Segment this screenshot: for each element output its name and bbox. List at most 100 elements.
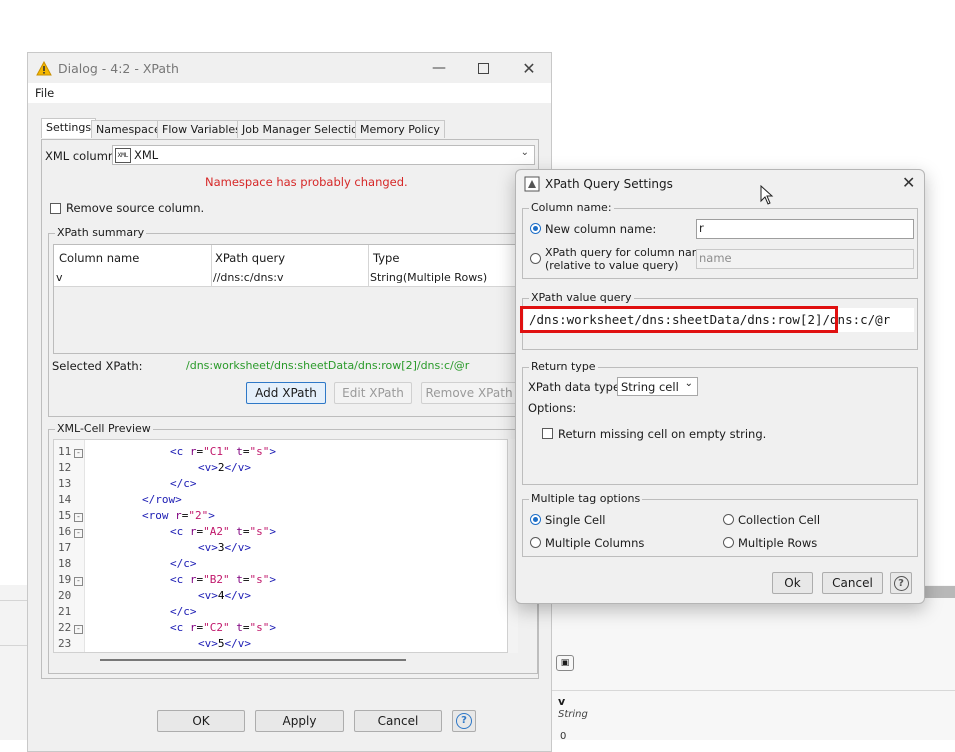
data-type-select[interactable]: String cell ⌄	[617, 377, 698, 396]
fold-toggle-icon[interactable]: -	[74, 529, 83, 538]
selected-xpath-label: Selected XPath:	[52, 359, 143, 373]
line-number: 13	[58, 477, 72, 490]
line-number: 14	[58, 493, 72, 506]
xpath-column-name-label-1: XPath query for column name:	[545, 246, 713, 259]
close-icon[interactable]: ✕	[514, 57, 544, 79]
xpath-summary-title: XPath summary	[55, 226, 147, 239]
tab-job-manager-selection[interactable]: Job Manager Selection	[237, 120, 370, 138]
background-column-type: String	[558, 709, 588, 720]
background-scrollbar[interactable]	[925, 586, 955, 598]
xpath-column-name-input[interactable]: name	[696, 249, 914, 269]
line-number: 23	[58, 637, 72, 650]
xml-type-icon: XML	[115, 148, 131, 163]
xml-column-select[interactable]: XML XML ⌄	[112, 145, 535, 165]
xml-preview-editor[interactable]: 11- <c r="C1" t="s"> 12 <v>2</v> 13 </c> 14 </r…	[53, 439, 508, 653]
data-type-value: String cell	[621, 380, 679, 394]
tab-bar: Settings Namespace Flow Variables Job Ma…	[41, 118, 541, 140]
single-cell-radio[interactable]	[530, 514, 541, 525]
query-dialog-titlebar: XPath Query Settings ✕	[516, 170, 924, 198]
new-column-label: New column name:	[545, 222, 657, 236]
line-number: 18	[58, 557, 72, 570]
table-cell-xpath-query: //dns:c/dns:v	[213, 271, 284, 284]
header-xpath-query[interactable]: XPath query	[215, 251, 285, 265]
multiple-columns-label: Multiple Columns	[545, 536, 645, 550]
tab-namespace[interactable]: Namespace	[91, 120, 166, 138]
ok-button[interactable]: OK	[157, 710, 245, 732]
table-cell-type: String(Multiple Rows)	[370, 271, 488, 284]
data-type-label: XPath data type:	[528, 380, 624, 394]
return-missing-checkbox[interactable]	[542, 428, 553, 439]
highlight-box	[520, 306, 838, 333]
new-column-name-input[interactable]: r	[696, 219, 914, 239]
background-row-value: 0	[560, 731, 567, 742]
xml-column-value: XML	[134, 148, 159, 162]
cancel-button[interactable]: Cancel	[822, 572, 883, 594]
dialog-title: Dialog - 4:2 - XPath	[58, 60, 179, 76]
multiple-rows-label: Multiple Rows	[738, 536, 818, 550]
code-line: </c>	[170, 605, 197, 618]
help-button[interactable]: ?	[452, 710, 476, 732]
header-type[interactable]: Type	[373, 251, 399, 265]
apply-button[interactable]: Apply	[255, 710, 344, 732]
fold-toggle-icon[interactable]: -	[74, 625, 83, 634]
help-button[interactable]: ?	[890, 572, 912, 594]
new-column-radio[interactable]	[530, 223, 541, 234]
xpath-dialog: Dialog - 4:2 - XPath — ✕ File Settings N…	[27, 52, 552, 752]
code-line: <c r="C2" t="s">	[170, 621, 276, 634]
ok-button[interactable]: Ok	[772, 572, 813, 594]
background-panel-right	[552, 585, 955, 740]
maximize-icon[interactable]	[468, 57, 498, 79]
header-column-name[interactable]: Column name	[59, 251, 139, 265]
close-icon[interactable]: ✕	[902, 173, 915, 192]
knime-node-icon	[524, 176, 540, 192]
dialog-titlebar: Dialog - 4:2 - XPath — ✕	[28, 53, 551, 83]
xml-preview-hscrollbar[interactable]	[100, 659, 406, 661]
background-divider	[0, 600, 27, 601]
cancel-button[interactable]: Cancel	[354, 710, 442, 732]
return-missing-label: Return missing cell on empty string.	[558, 427, 767, 441]
column-name-title: Column name:	[529, 201, 614, 214]
code-line: <v>4</v>	[198, 589, 251, 602]
multiple-tag-title: Multiple tag options	[529, 492, 643, 505]
table-cell-column-name: v	[56, 271, 63, 284]
chevron-down-icon: ⌄	[520, 147, 529, 158]
minimize-icon[interactable]: —	[424, 57, 454, 79]
xml-column-label: XML column:	[45, 149, 120, 163]
fold-toggle-icon[interactable]: -	[74, 449, 83, 458]
background-divider	[552, 690, 955, 691]
code-line: <c r="B2" t="s">	[170, 573, 276, 586]
add-xpath-button[interactable]: Add XPath	[246, 382, 326, 404]
value-query-title: XPath value query	[529, 291, 634, 304]
code-line: <v>5</v>	[198, 637, 251, 650]
xpath-column-name-label-2: (relative to value query)	[545, 259, 679, 272]
edit-xpath-button[interactable]: Edit XPath	[334, 382, 412, 404]
warning-icon	[36, 60, 52, 75]
menu-file[interactable]: File	[35, 86, 54, 100]
fold-toggle-icon[interactable]: -	[74, 577, 83, 586]
collection-cell-label: Collection Cell	[738, 513, 821, 527]
line-number: 20	[58, 589, 72, 602]
multiple-rows-radio[interactable]	[723, 537, 734, 548]
xpath-column-name-radio[interactable]	[530, 253, 541, 264]
tab-flow-variables[interactable]: Flow Variables	[157, 120, 246, 138]
query-dialog-title: XPath Query Settings	[545, 177, 673, 191]
line-number: 17	[58, 541, 72, 554]
tab-memory-policy[interactable]: Memory Policy	[355, 120, 445, 138]
remove-xpath-button[interactable]: Remove XPath	[421, 382, 517, 404]
xpath-query-settings-dialog: XPath Query Settings ✕ Column name: New …	[515, 169, 925, 604]
multiple-columns-radio[interactable]	[530, 537, 541, 548]
background-table-icon[interactable]: ▣	[556, 655, 574, 671]
help-icon: ?	[456, 713, 472, 729]
mouse-cursor-icon	[760, 185, 774, 205]
line-number: 21	[58, 605, 72, 618]
tab-settings[interactable]: Settings	[41, 118, 97, 138]
fold-toggle-icon[interactable]: -	[74, 513, 83, 522]
selected-xpath-value: /dns:worksheet/dns:sheetData/dns:row[2]/…	[186, 359, 470, 372]
remove-source-checkbox[interactable]	[50, 203, 61, 214]
chevron-down-icon: ⌄	[684, 378, 693, 389]
code-line: </c>	[170, 557, 197, 570]
table-row[interactable]: v //dns:c/dns:v String(Multiple Rows)	[54, 270, 519, 287]
code-line: <c r="A2" t="s">	[170, 525, 276, 538]
background-panel-left	[0, 585, 27, 740]
collection-cell-radio[interactable]	[723, 514, 734, 525]
